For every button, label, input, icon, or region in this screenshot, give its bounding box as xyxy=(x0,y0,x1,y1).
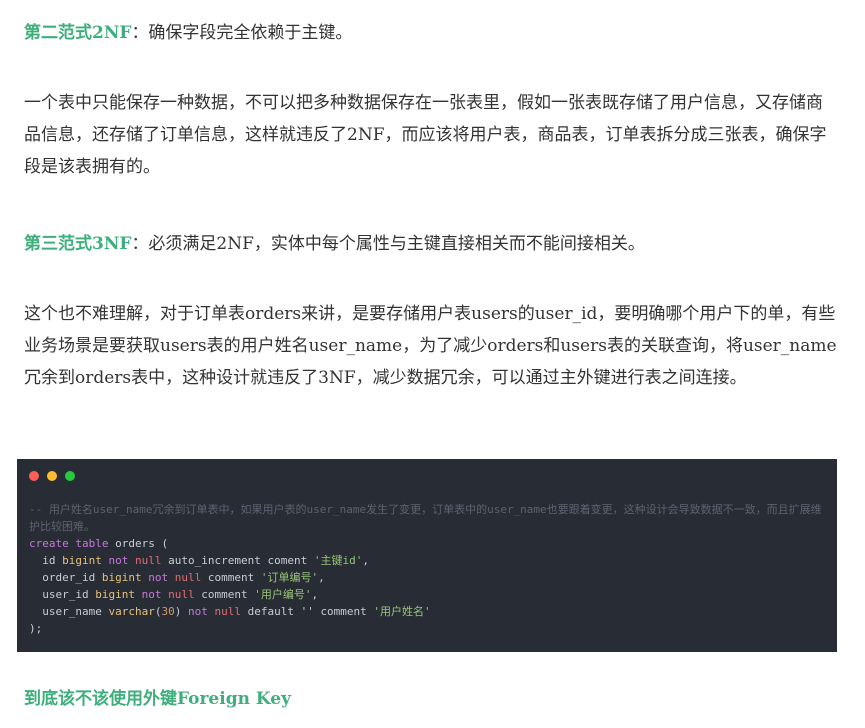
code-token: not xyxy=(108,554,129,567)
code-token: 30 xyxy=(161,605,175,618)
code-token: varchar xyxy=(108,605,155,618)
code-token: comment xyxy=(201,571,261,584)
code-token: '主键id' xyxy=(313,554,363,567)
code-token: not xyxy=(187,605,208,618)
code-token: null xyxy=(168,588,195,601)
code-token: not xyxy=(141,588,162,601)
code-token: null xyxy=(174,571,202,584)
code-token: comment xyxy=(194,588,255,601)
code-token: default '' comment xyxy=(240,605,374,618)
code-token: , xyxy=(311,588,319,601)
code-token: , xyxy=(318,571,325,584)
yellow-dot-icon xyxy=(47,471,57,481)
code-token: user_name xyxy=(29,605,109,618)
definition-2nf: ：确保字段完全依赖于主键。 xyxy=(131,23,353,43)
green-dot-icon xyxy=(65,471,75,481)
code-token: '用户姓名' xyxy=(373,605,431,618)
code-token: orders ( xyxy=(108,537,169,550)
code-token: table xyxy=(75,537,109,550)
code-content: -- 用户姓名user_name冗余到订单表中，如果用户表的user_name发… xyxy=(29,501,823,637)
code-token: bigint xyxy=(101,571,142,584)
code-token: ) xyxy=(174,605,182,618)
code-token: auto_increment coment xyxy=(161,554,314,567)
red-dot-icon xyxy=(29,471,39,481)
code-token: create xyxy=(29,537,69,550)
window-dots xyxy=(29,471,75,481)
code-token: bigint xyxy=(62,554,102,567)
term-2nf: 第二范式2NF xyxy=(24,23,132,43)
code-token: id xyxy=(29,554,63,567)
definition-3nf: ：必须满足2NF，实体中每个属性与主键直接相关而不能间接相关。 xyxy=(131,234,645,254)
code-token: not xyxy=(148,571,169,584)
code-token: , xyxy=(362,554,369,567)
code-token: order_id xyxy=(29,571,102,584)
paragraph-3nf-explanation: 这个也不难理解，对于订单表orders来讲，是要存储用户表users的user_… xyxy=(24,304,837,388)
code-token: bigint xyxy=(95,588,135,601)
paragraph-3nf: 第三范式3NF：必须满足2NF，实体中每个属性与主键直接相关而不能间接相关。 xyxy=(24,228,839,260)
code-token: '订单编号' xyxy=(260,571,319,584)
paragraph-2nf: 第二范式2NF：确保字段完全依赖于主键。 xyxy=(24,17,839,49)
code-token: null xyxy=(135,554,162,567)
term-3nf: 第三范式3NF xyxy=(24,234,132,254)
code-token: null xyxy=(214,605,241,618)
paragraph-2nf-explanation: 一个表中只能保存一种数据，不可以把多种数据保存在一张表里，假如一张表既存储了用户… xyxy=(24,93,827,177)
code-token: user_id xyxy=(29,588,96,601)
section-heading-foreign-key: 到底该不该使用外键Foreign Key xyxy=(24,689,291,709)
code-block: -- 用户姓名user_name冗余到订单表中，如果用户表的user_name发… xyxy=(17,459,837,652)
code-token: ); xyxy=(29,622,43,635)
code-comment: -- 用户姓名user_name冗余到订单表中，如果用户表的user_name发… xyxy=(29,503,822,533)
code-token: '用户编号' xyxy=(254,588,312,601)
